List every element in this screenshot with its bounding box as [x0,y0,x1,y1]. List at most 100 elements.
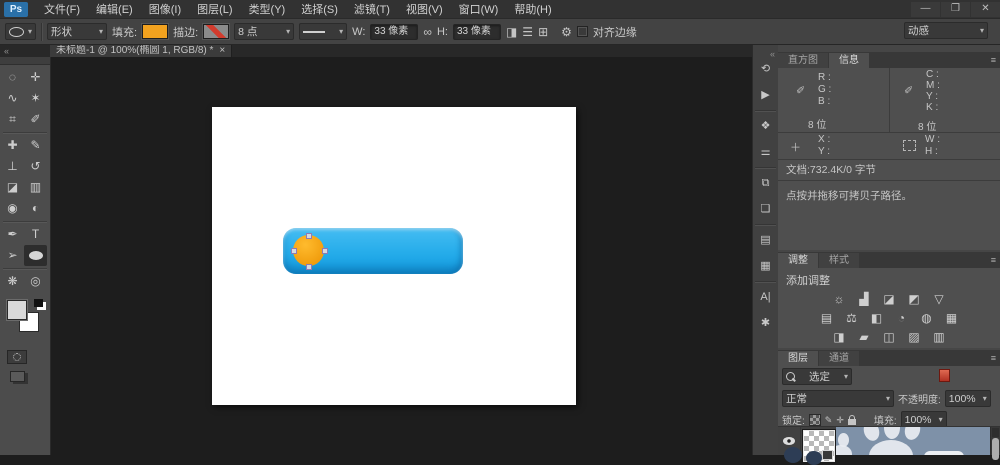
foreground-color-swatch[interactable] [7,300,27,320]
brightness-contrast-icon[interactable]: ☼ [832,290,847,309]
menu-layer[interactable]: 图层(L) [197,1,232,17]
healing-brush-tool[interactable]: ✚ [1,135,24,156]
tab-close-icon[interactable]: × [219,44,225,57]
hand-tool[interactable]: ❋ [1,271,24,292]
invert-icon[interactable]: ◨ [832,328,847,347]
collapse-toolbar-icon[interactable]: « [4,45,9,57]
color-lookup-icon[interactable]: ▦ [944,309,959,328]
actions-panel-icon[interactable]: ▶ [753,82,778,108]
tab-adjustments[interactable]: 调整 [778,253,818,268]
exposure-icon[interactable]: ◩ [907,290,922,309]
tool-preset-picker[interactable]: ▾ [5,23,36,40]
blend-mode-select[interactable]: 正常 ▾ [782,390,894,407]
color-balance-icon[interactable]: ⚖ [844,309,859,328]
history-panel-icon[interactable]: ⟲ [753,56,778,82]
notes-panel-icon[interactable]: ❏ [753,196,778,222]
link-dimensions-icon[interactable]: ∞ [423,25,432,39]
menu-type[interactable]: 类型(Y) [249,1,286,17]
panel-menu-icon[interactable]: ≡ [991,351,1000,366]
menu-select[interactable]: 选择(S) [301,1,338,17]
paragraph-panel-icon[interactable]: ✱ [753,310,778,336]
path-arrangement-icon[interactable]: ⊞ [538,25,548,39]
zoom-tool[interactable]: ◎ [24,271,47,292]
menu-filter[interactable]: 滤镜(T) [354,1,390,17]
photo-filter-icon[interactable]: ◔ [894,309,909,328]
lock-image-icon[interactable]: ✎ [825,414,833,426]
posterize-icon[interactable]: ▰ [857,328,872,347]
eraser-tool[interactable]: ◪ [1,177,24,198]
scroll-up-button[interactable] [992,428,999,437]
tab-styles[interactable]: 样式 [819,253,859,268]
close-button[interactable]: ✕ [971,2,1000,17]
menu-image[interactable]: 图像(I) [149,1,181,17]
brush-tool[interactable]: ✎ [24,135,47,156]
gear-icon[interactable]: ⚙ [561,25,572,39]
tab-channels[interactable]: 通道 [819,351,859,366]
menu-help[interactable]: 帮助(H) [514,1,551,17]
tool-presets-panel-icon[interactable]: ❖ [753,113,778,139]
restore-button[interactable]: ❐ [941,2,970,17]
character-panel-icon[interactable]: A| [753,284,778,310]
clone-stamp-tool[interactable]: ⊥ [1,156,24,177]
menu-file[interactable]: 文件(F) [44,1,80,17]
ellipse-tool-selected[interactable] [24,245,47,266]
selective-color-icon[interactable]: ▨ [907,328,922,347]
menu-view[interactable]: 视图(V) [406,1,443,17]
tab-info[interactable]: 信息 [829,53,869,68]
menu-edit[interactable]: 编辑(E) [96,1,133,17]
tab-layers[interactable]: 图层 [778,351,818,366]
scrollbar-thumb[interactable] [992,438,999,460]
move-tool[interactable]: ✛ [24,67,47,88]
document-tab[interactable]: 未标题-1 @ 100%(椭圆 1, RGB/8) * × [50,44,232,57]
black-white-icon[interactable]: ◧ [869,309,884,328]
crop-tool[interactable]: ⌗ [1,109,24,130]
curves-icon[interactable]: ◪ [882,290,897,309]
document-canvas[interactable] [212,107,576,405]
expand-panels-icon[interactable]: « [770,49,775,59]
default-colors-icon[interactable] [34,299,43,307]
tools-panel-header[interactable] [0,57,50,65]
dodge-tool[interactable]: ◐ [24,198,47,219]
histogram-panel-icon[interactable]: ▤ [753,227,778,253]
blur-tool[interactable]: ◉ [1,198,24,219]
lock-transparency-icon[interactable] [809,414,821,426]
layer-filter-select[interactable]: 选定 ▾ [782,368,852,385]
menu-window[interactable]: 窗口(W) [459,1,499,17]
navigator-panel-icon[interactable]: ▦ [753,253,778,279]
panel-menu-icon[interactable]: ≡ [991,253,1000,268]
hue-saturation-icon[interactable]: ▤ [819,309,834,328]
minimize-button[interactable]: — [911,2,940,17]
lock-all-icon[interactable] [848,419,856,425]
workspace-switcher[interactable]: 动感 ▾ [904,22,988,39]
type-tool[interactable]: T [24,224,47,245]
lock-position-icon[interactable]: ✛ [836,414,844,426]
eyedropper-tool[interactable]: ✐ [24,109,47,130]
brush-panel-icon[interactable]: ⚌ [753,139,778,165]
threshold-icon[interactable]: ◫ [882,328,897,347]
shape-width-field[interactable]: 33 像素 [370,24,418,40]
magic-wand-tool[interactable]: ✶ [24,88,47,109]
path-anchor-point[interactable] [306,264,312,270]
levels-icon[interactable]: ▟ [857,290,872,309]
opacity-field[interactable]: 100% ▾ [945,390,991,407]
tool-mode-select[interactable]: 形状 ▾ [47,23,107,40]
marquee-tool[interactable]: ◌ [1,67,24,88]
layers-scrollbar[interactable] [990,427,1000,455]
path-anchor-point[interactable] [322,248,328,254]
filter-toggle-button[interactable] [939,369,950,382]
panel-menu-icon[interactable]: ≡ [991,53,1000,68]
path-operations-icon[interactable]: ◨ [506,25,517,39]
quick-mask-button[interactable] [7,350,27,364]
layer-visibility-eye-icon[interactable] [783,437,795,445]
stroke-type-select[interactable]: ▾ [299,23,347,40]
stroke-width-field[interactable]: 8 点 ▾ [234,23,294,40]
gradient-tool[interactable]: ▥ [24,177,47,198]
path-anchor-point[interactable] [306,233,312,239]
channel-mixer-icon[interactable]: ◍ [919,309,934,328]
lasso-tool[interactable]: ∿ [1,88,24,109]
stroke-color-swatch[interactable] [203,24,229,39]
vibrance-icon[interactable]: ▽ [932,290,947,309]
layer-comps-panel-icon[interactable]: ⧉ [753,170,778,196]
path-anchor-point[interactable] [291,248,297,254]
path-selection-tool[interactable]: ➢ [1,245,24,266]
